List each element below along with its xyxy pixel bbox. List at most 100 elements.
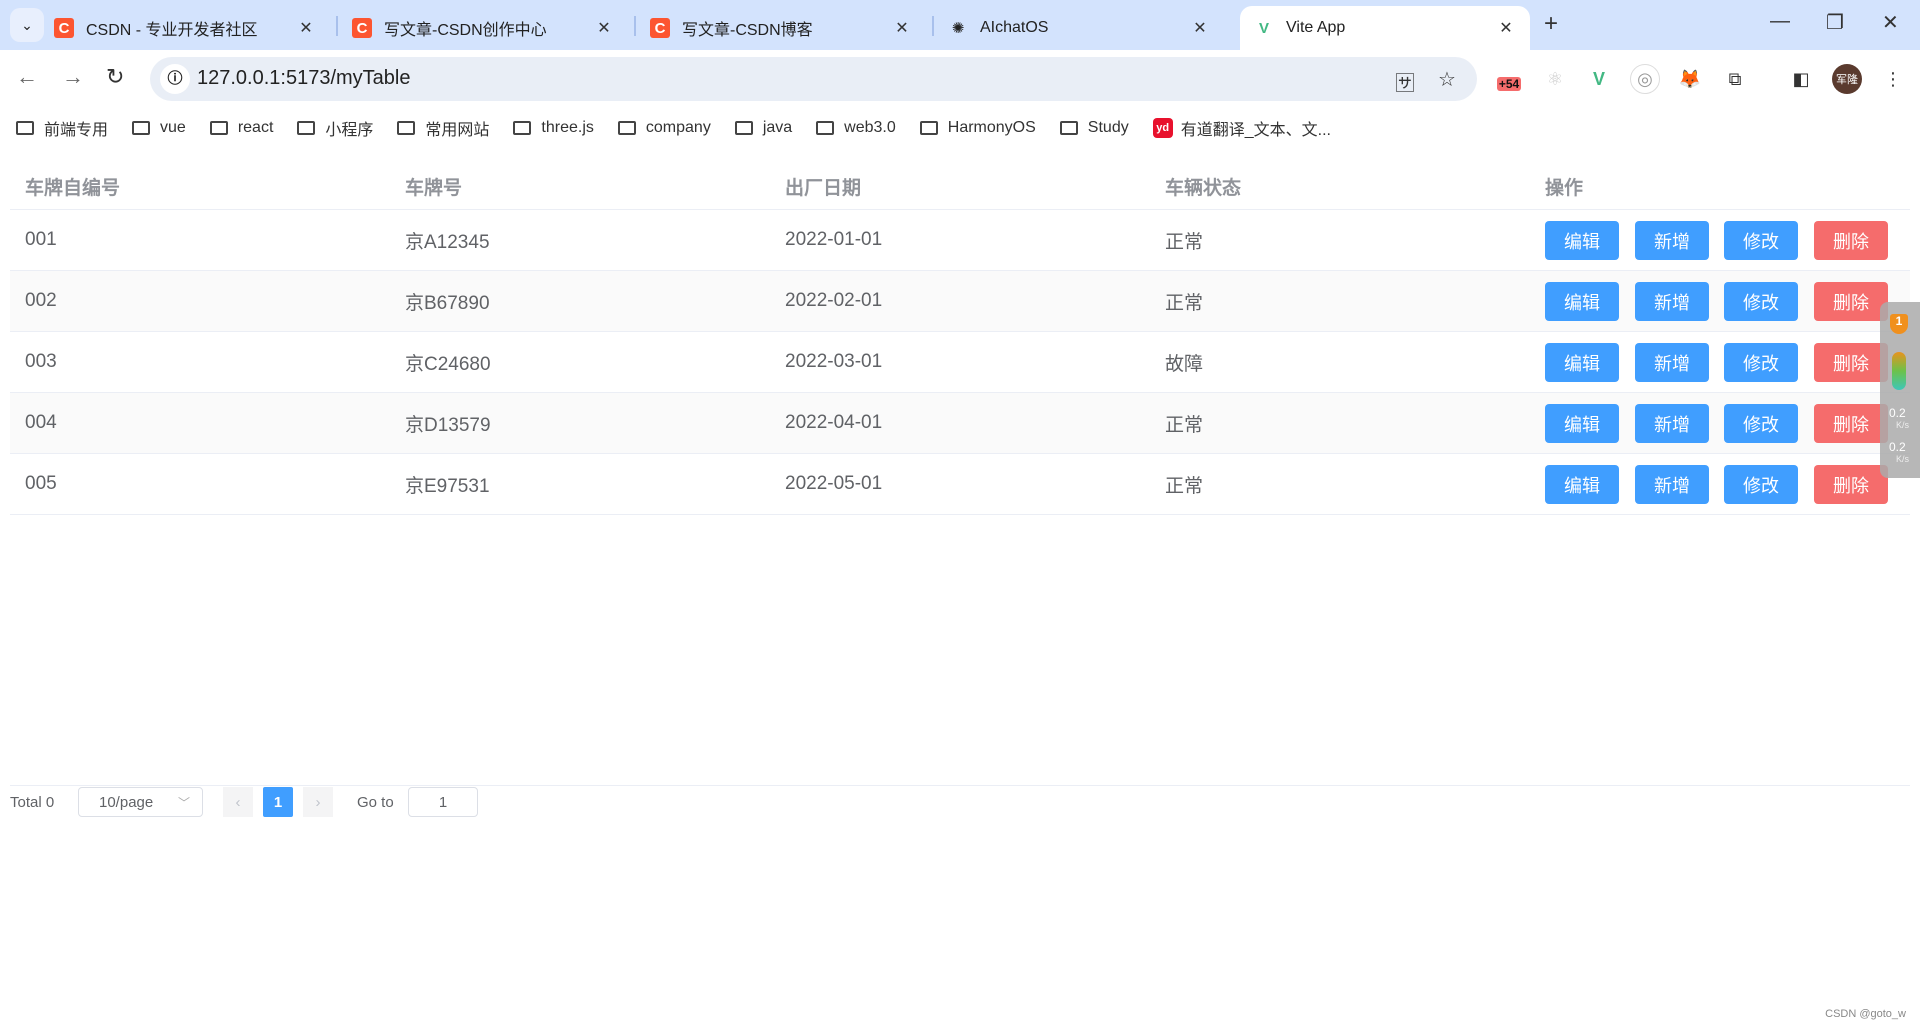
- bookmark-folder[interactable]: java: [734, 116, 792, 140]
- delete-button[interactable]: 删除: [1814, 282, 1888, 321]
- table-cell: 正常: [1165, 292, 1204, 314]
- restore-button[interactable]: ❐: [1826, 10, 1844, 35]
- modify-button[interactable]: 修改: [1724, 404, 1798, 443]
- back-icon[interactable]: ←: [16, 64, 38, 90]
- profile-avatar[interactable]: 军隆: [1832, 64, 1862, 94]
- table-row: 005 京E97531 2022-05-01 正常 编辑 新增 修改 删除: [10, 454, 1910, 515]
- table-cell: 正常: [1165, 231, 1204, 253]
- goto-label: Go to: [357, 793, 394, 811]
- bookmark-star-icon[interactable]: ☆: [1438, 67, 1456, 92]
- tab-title: 写文章-CSDN创作中心: [384, 22, 547, 39]
- tab-2[interactable]: C 写文章-CSDN创作中心 ✕: [338, 6, 628, 50]
- bookmark-folder[interactable]: react: [209, 116, 273, 140]
- edit-button[interactable]: 编辑: [1545, 282, 1619, 321]
- bookmark-folder[interactable]: company: [617, 116, 711, 140]
- csdn-icon: C: [650, 18, 670, 38]
- table-cell: 故障: [1165, 353, 1204, 375]
- bookmark-folder[interactable]: three.js: [513, 116, 594, 140]
- menu-icon[interactable]: ⋮: [1878, 64, 1908, 94]
- edit-button[interactable]: 编辑: [1545, 221, 1619, 260]
- delete-button[interactable]: 删除: [1814, 221, 1888, 260]
- vue-icon: V: [1258, 19, 1269, 37]
- openai-icon: ✺: [951, 20, 965, 37]
- reload-icon[interactable]: ↻: [106, 64, 124, 90]
- edit-button[interactable]: 编辑: [1545, 343, 1619, 382]
- add-button[interactable]: 新增: [1635, 282, 1709, 321]
- close-tab-icon[interactable]: ✕: [892, 18, 912, 38]
- page-size-select[interactable]: 10/page ﹀: [78, 787, 203, 817]
- modify-button[interactable]: 修改: [1724, 465, 1798, 504]
- bookmark-folder[interactable]: vue: [132, 116, 186, 140]
- tab-3[interactable]: C 写文章-CSDN博客 ✕: [636, 6, 926, 50]
- modify-button[interactable]: 修改: [1724, 343, 1798, 382]
- prev-page-button[interactable]: ‹: [223, 787, 253, 817]
- tab-4[interactable]: ✺ AIchatOS ✕: [934, 6, 1224, 50]
- folder-icon: [132, 121, 151, 135]
- bookmark-folder[interactable]: Study: [1059, 116, 1129, 140]
- modify-button[interactable]: 修改: [1724, 282, 1798, 321]
- bookmark-folder[interactable]: 前端专用: [16, 116, 108, 140]
- url-text[interactable]: 127.0.0.1:5173/myTable: [197, 67, 411, 90]
- folder-icon: [209, 121, 228, 135]
- react-devtools-icon[interactable]: ⚛: [1540, 64, 1570, 94]
- folder-icon: [816, 121, 835, 135]
- download-speed: 0.2: [1889, 440, 1906, 454]
- edit-button[interactable]: 编辑: [1545, 465, 1619, 504]
- close-tab-icon[interactable]: ✕: [296, 18, 316, 38]
- close-tab-icon[interactable]: ✕: [1496, 18, 1516, 38]
- youdao-icon: yd: [1152, 118, 1173, 138]
- add-button[interactable]: 新增: [1635, 465, 1709, 504]
- extensions-puzzle-icon[interactable]: ⧉: [1720, 64, 1750, 94]
- forward-icon[interactable]: →: [62, 64, 84, 90]
- address-bar[interactable]: ⓘ 127.0.0.1:5173/myTable 🈂 ☆: [150, 57, 1477, 101]
- bookmark-folder[interactable]: HarmonyOS: [919, 116, 1036, 140]
- folder-icon: [919, 121, 938, 135]
- add-button[interactable]: 新增: [1635, 343, 1709, 382]
- table-cell: 005: [25, 473, 57, 494]
- bookmark-folder[interactable]: web3.0: [816, 116, 896, 140]
- close-tab-icon[interactable]: ✕: [594, 18, 614, 38]
- browser-toolbar: ← → ↻ ⓘ 127.0.0.1:5173/myTable 🈂 ☆ +54 ⚛…: [0, 50, 1920, 108]
- table-cell: 2022-05-01: [785, 473, 883, 494]
- extension-badge-icon[interactable]: +54: [1494, 64, 1524, 94]
- table-cell: 003: [25, 351, 57, 372]
- table-cell: 正常: [1165, 475, 1204, 497]
- table-cell: 京D13579: [405, 414, 491, 436]
- delete-button[interactable]: 删除: [1814, 404, 1888, 443]
- minimize-button[interactable]: —: [1770, 10, 1790, 33]
- goto-input[interactable]: 1: [408, 787, 478, 817]
- side-panel-icon[interactable]: ◧: [1786, 64, 1816, 94]
- column-header: 出厂日期: [785, 177, 862, 199]
- watermark: CSDN @goto_w: [1825, 1008, 1906, 1020]
- close-window-button[interactable]: ✕: [1882, 10, 1899, 35]
- metamask-icon[interactable]: 🦊: [1675, 64, 1705, 94]
- gauge-icon: [1892, 352, 1906, 390]
- table-cell: 001: [25, 229, 57, 250]
- close-tab-icon[interactable]: ✕: [1190, 18, 1210, 38]
- new-tab-button[interactable]: +: [1544, 10, 1558, 38]
- bookmark-folder[interactable]: 小程序: [297, 116, 373, 140]
- bookmark-youdao[interactable]: yd 有道翻译_文本、文...: [1152, 116, 1331, 140]
- next-page-button[interactable]: ›: [303, 787, 333, 817]
- delete-button[interactable]: 删除: [1814, 343, 1888, 382]
- edit-button[interactable]: 编辑: [1545, 404, 1619, 443]
- delete-button[interactable]: 删除: [1814, 465, 1888, 504]
- tab-title: 写文章-CSDN博客: [682, 22, 813, 39]
- site-info-icon[interactable]: ⓘ: [160, 64, 190, 94]
- tab-5[interactable]: V Vite App ✕: [1240, 6, 1530, 50]
- tab-search-button[interactable]: ⌄: [10, 8, 44, 42]
- translate-icon[interactable]: 🈂: [1395, 67, 1415, 96]
- network-monitor-widget[interactable]: 1 0.2 K/s 0.2 K/s: [1880, 302, 1920, 478]
- pagination: Total 0 10/page ﹀ ‹ 1 › Go to 1: [10, 785, 1910, 819]
- extension-circle-icon[interactable]: ◎: [1630, 64, 1660, 94]
- bookmark-folder[interactable]: 常用网站: [397, 116, 489, 140]
- page-1-button[interactable]: 1: [263, 787, 293, 817]
- tab-1[interactable]: C CSDN - 专业开发者社区 ✕: [40, 6, 330, 50]
- table-row: 004 京D13579 2022-04-01 正常 编辑 新增 修改 删除: [10, 393, 1910, 454]
- modify-button[interactable]: 修改: [1724, 221, 1798, 260]
- table-row: 001 京A12345 2022-01-01 正常 编辑 新增 修改 删除: [10, 210, 1910, 271]
- add-button[interactable]: 新增: [1635, 221, 1709, 260]
- column-header: 车辆状态: [1165, 177, 1242, 199]
- add-button[interactable]: 新增: [1635, 404, 1709, 443]
- vue-devtools-icon[interactable]: V: [1584, 64, 1614, 94]
